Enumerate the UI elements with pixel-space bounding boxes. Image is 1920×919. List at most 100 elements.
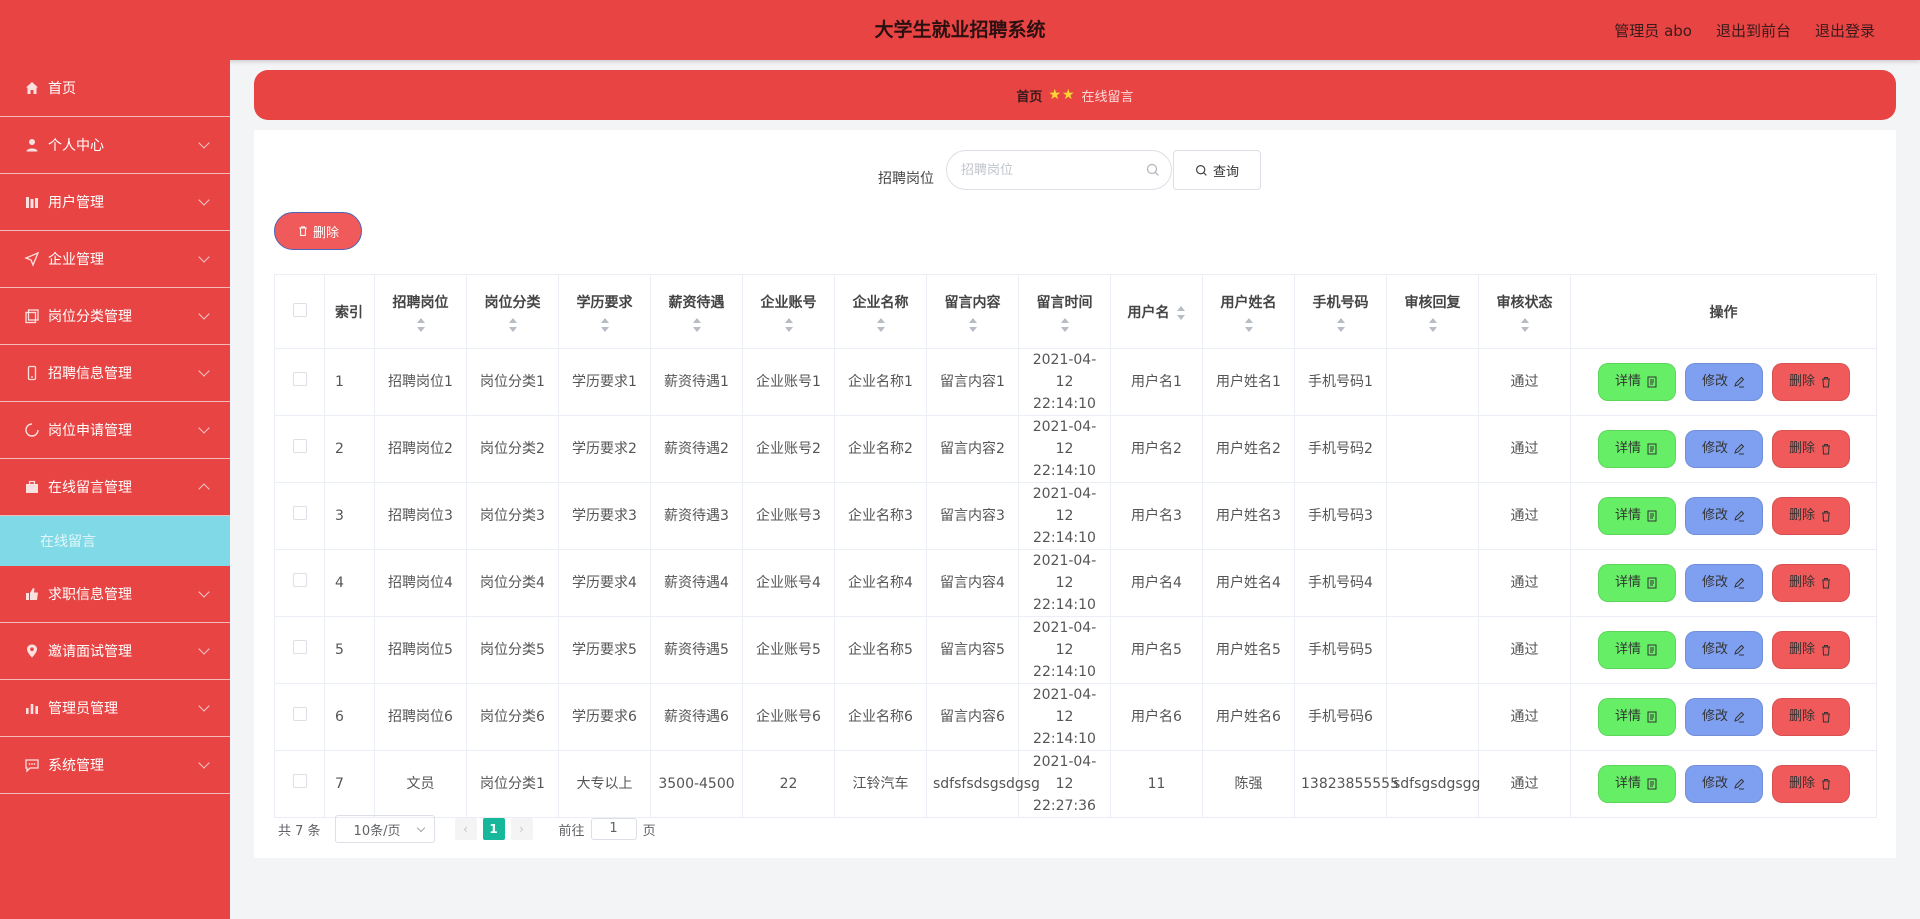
row-select-cell[interactable] xyxy=(274,348,325,416)
select-all-cell[interactable] xyxy=(274,274,325,349)
delete-button[interactable]: 删除 xyxy=(1771,497,1850,535)
page-number-active[interactable]: 1 xyxy=(482,818,505,840)
sidebar-item-interview-management[interactable]: 邀请面试管理 xyxy=(0,623,230,680)
sidebar-item-personal-center[interactable]: 个人中心 xyxy=(0,117,230,174)
sort-icon[interactable] xyxy=(1336,317,1346,332)
message-icon xyxy=(25,759,39,773)
edit-button[interactable]: 修改 xyxy=(1684,765,1763,803)
row-checkbox[interactable] xyxy=(292,439,307,453)
sort-icon[interactable] xyxy=(876,317,886,332)
breadcrumb-home[interactable]: 首页 xyxy=(1016,86,1042,105)
prev-page-button[interactable]: ‹ xyxy=(454,818,477,840)
delete-label: 删除 xyxy=(1788,709,1815,724)
cell-index: 3 xyxy=(324,482,375,550)
delete-button[interactable]: 删除 xyxy=(1771,631,1850,669)
select-all-checkbox[interactable] xyxy=(292,302,307,317)
edit-button[interactable]: 修改 xyxy=(1684,698,1763,736)
logout-link[interactable]: 退出登录 xyxy=(1815,20,1875,41)
sidebar-item-job-category-management[interactable]: 岗位分类管理 xyxy=(0,288,230,345)
trash-icon xyxy=(1822,377,1830,388)
detail-button[interactable]: 详情 xyxy=(1597,497,1676,535)
detail-button[interactable]: 详情 xyxy=(1597,430,1676,468)
header-realname[interactable]: 用户姓名 xyxy=(1202,274,1295,349)
header-job[interactable]: 招聘岗位 xyxy=(374,274,467,349)
sort-icon[interactable] xyxy=(600,317,610,332)
sidebar-item-job-seeking-management[interactable]: 求职信息管理 xyxy=(0,566,230,623)
cell-salary: 薪资待遇3 xyxy=(650,482,743,550)
edit-button[interactable]: 修改 xyxy=(1684,363,1763,401)
goto-page-input[interactable]: 1 xyxy=(590,818,637,840)
sort-icon[interactable] xyxy=(968,317,978,332)
trash-icon xyxy=(1822,511,1830,522)
sidebar-item-admin-management[interactable]: 管理员管理 xyxy=(0,680,230,737)
row-checkbox[interactable] xyxy=(292,707,307,721)
sidebar-item-message-management[interactable]: 在线留言管理 xyxy=(0,459,230,516)
delete-button[interactable]: 删除 xyxy=(1771,698,1850,736)
message-table: 索引 招聘岗位 岗位分类 学历要求 薪资待遇 企业账号 企业名称 留言内容 留言… xyxy=(274,274,1877,818)
sort-icon[interactable] xyxy=(692,317,702,332)
delete-button[interactable]: 删除 xyxy=(1771,363,1850,401)
sort-icon[interactable] xyxy=(416,317,426,332)
detail-button[interactable]: 详情 xyxy=(1597,698,1676,736)
header-username[interactable]: 用户名 xyxy=(1110,274,1203,349)
delete-button[interactable]: 删除 xyxy=(1771,564,1850,602)
sort-icon[interactable] xyxy=(1176,305,1186,320)
row-select-cell[interactable] xyxy=(274,549,325,617)
row-select-cell[interactable] xyxy=(274,683,325,751)
delete-button[interactable]: 删除 xyxy=(1771,765,1850,803)
sort-icon[interactable] xyxy=(508,317,518,332)
delete-button[interactable]: 删除 xyxy=(1771,430,1850,468)
query-button[interactable]: 查询 xyxy=(1173,150,1261,190)
row-checkbox[interactable] xyxy=(292,573,307,587)
sidebar-item-job-application-management[interactable]: 岗位申请管理 xyxy=(0,402,230,459)
sort-icon[interactable] xyxy=(1428,317,1438,332)
next-page-button[interactable]: › xyxy=(510,818,533,840)
cell-content: 留言内容2 xyxy=(926,415,1019,483)
sidebar-item-user-management[interactable]: 用户管理 xyxy=(0,174,230,231)
row-checkbox[interactable] xyxy=(292,506,307,520)
search-field[interactable] xyxy=(946,150,1172,190)
header-status[interactable]: 审核状态 xyxy=(1478,274,1571,349)
detail-button[interactable]: 详情 xyxy=(1597,363,1676,401)
search-input[interactable] xyxy=(961,160,1131,180)
header-company[interactable]: 企业名称 xyxy=(834,274,927,349)
sort-icon[interactable] xyxy=(784,317,794,332)
exit-to-front-link[interactable]: 退出到前台 xyxy=(1716,20,1791,41)
edit-button[interactable]: 修改 xyxy=(1684,497,1763,535)
header-time[interactable]: 留言时间 xyxy=(1018,274,1111,349)
cell-company: 企业名称1 xyxy=(834,348,927,416)
cell-time: 2021-04-12 22:14:10 xyxy=(1018,348,1111,416)
header-salary[interactable]: 薪资待遇 xyxy=(650,274,743,349)
row-select-cell[interactable] xyxy=(274,750,325,818)
sort-icon[interactable] xyxy=(1244,317,1254,332)
row-checkbox[interactable] xyxy=(292,774,307,788)
bulk-delete-button[interactable]: 删除 xyxy=(274,212,362,250)
row-select-cell[interactable] xyxy=(274,482,325,550)
sidebar-subitem-online-message[interactable]: 在线留言 xyxy=(0,516,230,566)
sidebar-item-recruitment-management[interactable]: 招聘信息管理 xyxy=(0,345,230,402)
sidebar-item-home[interactable]: 首页 xyxy=(0,60,230,117)
header-education[interactable]: 学历要求 xyxy=(558,274,651,349)
cell-reply xyxy=(1386,683,1479,751)
detail-button[interactable]: 详情 xyxy=(1597,631,1676,669)
row-checkbox[interactable] xyxy=(292,640,307,654)
page-size-select[interactable]: 10条/页 xyxy=(334,815,435,843)
detail-button[interactable]: 详情 xyxy=(1597,765,1676,803)
row-checkbox[interactable] xyxy=(292,372,307,386)
sidebar-item-system-management[interactable]: 系统管理 xyxy=(0,737,230,794)
sort-icon[interactable] xyxy=(1520,317,1530,332)
edit-button[interactable]: 修改 xyxy=(1684,631,1763,669)
header-phone[interactable]: 手机号码 xyxy=(1294,274,1387,349)
header-reply[interactable]: 审核回复 xyxy=(1386,274,1479,349)
edit-button[interactable]: 修改 xyxy=(1684,430,1763,468)
row-select-cell[interactable] xyxy=(274,616,325,684)
row-select-cell[interactable] xyxy=(274,415,325,483)
header-account[interactable]: 企业账号 xyxy=(742,274,835,349)
sidebar-item-enterprise-management[interactable]: 企业管理 xyxy=(0,231,230,288)
sort-icon[interactable] xyxy=(1060,317,1070,332)
query-button-label: 查询 xyxy=(1212,164,1239,180)
detail-button[interactable]: 详情 xyxy=(1597,564,1676,602)
header-content[interactable]: 留言内容 xyxy=(926,274,1019,349)
header-category[interactable]: 岗位分类 xyxy=(466,274,559,349)
edit-button[interactable]: 修改 xyxy=(1684,564,1763,602)
